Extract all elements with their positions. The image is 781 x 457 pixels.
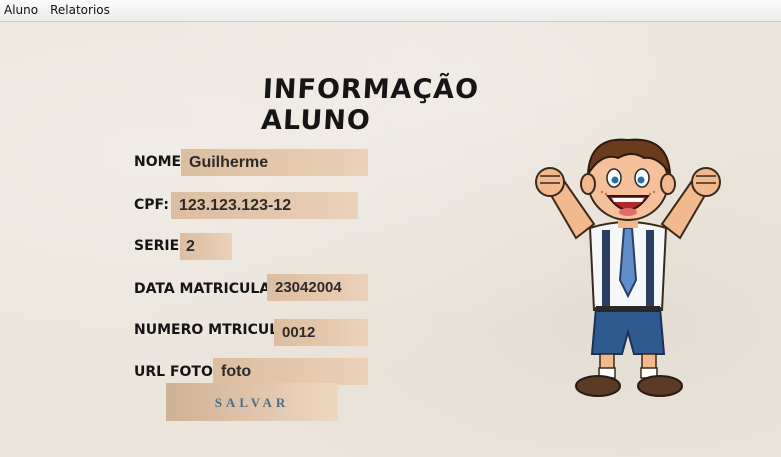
url-foto-label: URL FOTO: <box>134 364 219 380</box>
cpf-field[interactable] <box>171 192 358 219</box>
cpf-label: CPF: <box>134 197 169 213</box>
menu-bar: Aluno Relatorios <box>0 0 781 22</box>
page-title: INFORMAÇÃO ALUNO <box>260 74 480 136</box>
data-matricula-label: DATA MATRICULA: <box>134 281 277 297</box>
menu-aluno[interactable]: Aluno <box>0 0 44 21</box>
nome-label: NOME: <box>134 154 187 170</box>
numero-matricula-field[interactable] <box>274 319 368 346</box>
serie-field[interactable] <box>180 233 232 260</box>
cartoon-student-boy-icon <box>535 138 721 397</box>
serie-label: SERIE: <box>134 238 185 254</box>
salvar-button[interactable]: SALVAR <box>166 383 338 421</box>
menu-relatorios[interactable]: Relatorios <box>46 0 116 21</box>
nome-field[interactable] <box>181 149 368 176</box>
data-matricula-field[interactable] <box>267 274 368 301</box>
url-foto-field[interactable] <box>213 358 368 385</box>
numero-matricula-label: NUMERO MTRICULA: <box>134 322 295 338</box>
